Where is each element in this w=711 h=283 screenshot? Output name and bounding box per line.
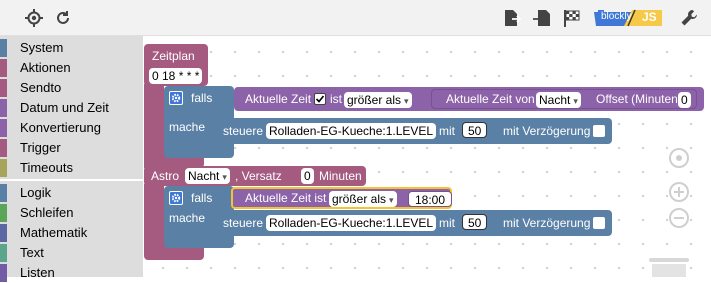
value-input[interactable]: 50 [462, 122, 488, 138]
export-icon[interactable] [503, 9, 521, 27]
category-sendto[interactable]: Sendto [0, 78, 143, 98]
device-field[interactable]: Rolladen-EG-Kueche:1.LEVEL [266, 123, 437, 139]
category-separator [0, 179, 143, 181]
mit-label: mit [439, 124, 455, 138]
if-mache-label: mache [169, 211, 206, 225]
delay-checkbox[interactable] [593, 125, 605, 137]
category-label: Mathematik [20, 225, 88, 240]
astro-unit-label: Minuten [319, 169, 362, 183]
astro-dropdown[interactable]: Nacht [185, 168, 230, 184]
category-sidebar: System Aktionen Sendto Datum und Zeit Ko… [0, 36, 143, 282]
steuere-label: steuere [223, 216, 264, 230]
current-time-is-label: Aktuelle Zeit ist [245, 191, 327, 205]
checkbox-checked[interactable] [314, 93, 326, 105]
category-label: Schleifen [20, 205, 74, 220]
category-color-bar [0, 139, 7, 157]
category-text[interactable]: Text [0, 243, 143, 263]
category-color-bar [0, 204, 7, 222]
category-label: Logik [20, 185, 52, 200]
value-input[interactable]: 50 [462, 214, 488, 230]
flag-icon[interactable] [563, 9, 581, 27]
gear-icon[interactable] [169, 191, 183, 205]
if-falls-label: falls [191, 91, 213, 105]
category-color-bar [0, 159, 7, 177]
category-label: Trigger [20, 140, 61, 155]
if-mache-label: mache [169, 120, 206, 134]
ist-label: ist [330, 92, 342, 106]
toolbar: blockly JS [0, 0, 711, 36]
import-icon[interactable] [533, 9, 551, 27]
refresh-icon[interactable] [54, 9, 72, 27]
astro-offset-label: , Versatz [235, 169, 282, 183]
category-timeouts[interactable]: Timeouts [0, 158, 143, 178]
trash-icon[interactable] [649, 258, 689, 277]
blockly-js-toggle[interactable]: blockly JS [592, 9, 664, 27]
category-color-bar [0, 224, 7, 242]
current-time-label: Aktuelle Zeit [245, 92, 312, 106]
time-input[interactable]: 18:00 [408, 191, 453, 207]
category-label: Sendto [20, 80, 62, 95]
zoom-out-icon[interactable] [669, 208, 689, 228]
category-label: Konvertierung [20, 120, 101, 135]
delay-checkbox[interactable] [593, 217, 605, 229]
category-label: System [20, 40, 64, 55]
category-color-bar [0, 99, 7, 117]
offset-input[interactable]: 0 [678, 92, 691, 108]
category-label: Text [20, 245, 44, 260]
time-of-label: Aktuelle Zeit von [446, 92, 535, 106]
operator-dropdown[interactable]: größer als [344, 92, 412, 108]
locate-icon[interactable] [25, 9, 43, 27]
operator-dropdown[interactable]: größer als [329, 191, 397, 207]
recenter-icon[interactable] [669, 148, 689, 168]
category-logik[interactable]: Logik [0, 183, 143, 203]
category-label: Aktionen [20, 60, 71, 75]
cron-field[interactable]: 0 18 * * * [149, 68, 203, 84]
category-datum-und-zeit[interactable]: Datum und Zeit [0, 98, 143, 118]
category-mathematik[interactable]: Mathematik [0, 223, 143, 243]
schedule-title: Zeitplan [152, 49, 195, 63]
category-trigger[interactable]: Trigger [0, 138, 143, 158]
category-color-bar [0, 79, 7, 97]
category-color-bar [0, 39, 7, 57]
mit-label: mit [439, 216, 455, 230]
blockly-workspace[interactable]: Zeitplan 0 18 * * * falls mache Aktuelle… [143, 36, 711, 277]
time-of-dropdown[interactable]: Nacht [536, 92, 581, 108]
blockly-label: blockly [601, 11, 632, 22]
if-falls-label: falls [191, 191, 213, 205]
wrench-icon[interactable] [680, 9, 698, 27]
delay-label: mit Verzögerung [503, 124, 591, 138]
category-color-bar [0, 244, 7, 262]
category-system[interactable]: System [0, 38, 143, 58]
category-label: Datum und Zeit [20, 100, 109, 115]
device-field[interactable]: Rolladen-EG-Kueche:1.LEVEL [266, 215, 437, 231]
category-color-bar [0, 264, 7, 282]
gear-icon[interactable] [169, 91, 183, 105]
category-schleifen[interactable]: Schleifen [0, 203, 143, 223]
category-color-bar [0, 59, 7, 77]
js-label: JS [642, 10, 657, 24]
zoom-in-icon[interactable] [669, 182, 689, 202]
category-color-bar [0, 184, 7, 202]
category-label: Timeouts [20, 160, 73, 175]
steuere-label: steuere [223, 124, 264, 138]
astro-offset-input[interactable]: 0 [301, 168, 314, 184]
category-aktionen[interactable]: Aktionen [0, 58, 143, 78]
delay-label: mit Verzögerung [503, 216, 591, 230]
category-konvertierung[interactable]: Konvertierung [0, 118, 143, 138]
astro-label: Astro [151, 169, 180, 183]
category-label: Listen [20, 265, 55, 280]
offset-label: Offset (Minuten) [596, 92, 682, 106]
category-color-bar [0, 119, 7, 137]
category-listen[interactable]: Listen [0, 263, 143, 283]
